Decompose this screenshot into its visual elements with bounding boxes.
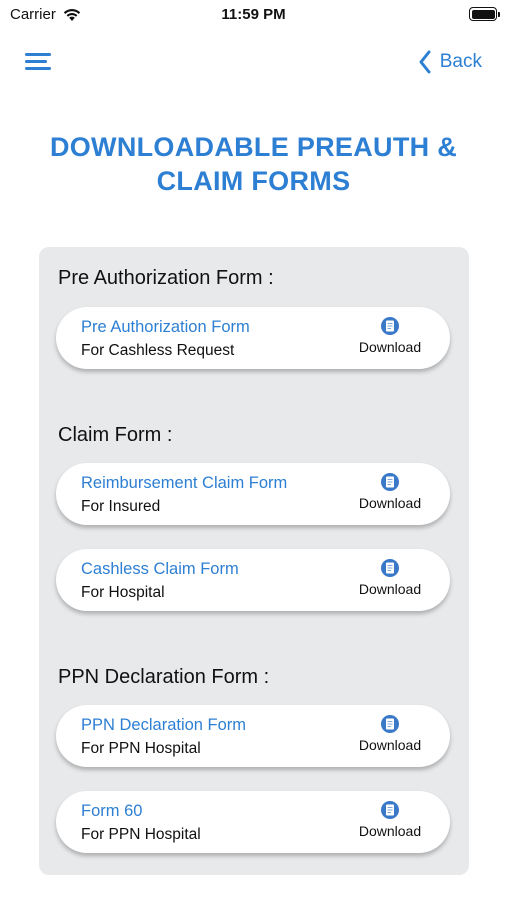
status-time: 11:59 PM	[221, 6, 286, 23]
form-card-cashless-claim[interactable]: Cashless Claim Form For Hospital Downloa…	[56, 549, 450, 611]
form-title: Reimbursement Claim Form	[81, 474, 288, 492]
back-button[interactable]: Back	[418, 48, 482, 76]
form-card-reimbursement-claim[interactable]: Reimbursement Claim Form For Insured Dow…	[56, 463, 450, 525]
page-title-line-1: DOWNLOADABLE PREAUTH &	[49, 132, 458, 162]
download-label: Download	[358, 581, 422, 597]
download-label: Download	[358, 339, 422, 355]
hamburger-menu-icon[interactable]	[25, 52, 51, 72]
document-download-icon	[381, 715, 399, 733]
document-download-icon	[381, 317, 399, 335]
forms-panel: Pre Authorization Form : Pre Authorizati…	[39, 247, 469, 875]
section-heading-claim: Claim Form :	[58, 424, 173, 446]
form-card-pre-authorization[interactable]: Pre Authorization Form For Cashless Requ…	[56, 307, 450, 369]
download-label: Download	[358, 737, 422, 753]
download-button[interactable]: Download	[355, 558, 425, 597]
form-title: Cashless Claim Form	[81, 560, 239, 578]
chevron-left-icon	[419, 50, 431, 74]
form-title: PPN Declaration Form	[81, 716, 247, 734]
form-title: Pre Authorization Form	[81, 318, 250, 336]
download-button[interactable]: Download	[355, 472, 425, 511]
section-heading-ppn-declaration: PPN Declaration Form :	[58, 666, 270, 688]
form-subtitle: For Insured	[81, 498, 161, 515]
status-bar: Carrier 11:59 PM	[0, 0, 507, 30]
download-button[interactable]: Download	[355, 800, 425, 839]
download-button[interactable]: Download	[355, 714, 425, 753]
form-title: Form 60	[81, 802, 143, 820]
form-subtitle: For PPN Hospital	[81, 826, 201, 843]
battery-icon	[469, 7, 500, 21]
download-label: Download	[358, 823, 422, 839]
page-title: DOWNLOADABLE PREAUTH & CLAIM FORMS	[20, 130, 487, 198]
form-subtitle: For PPN Hospital	[81, 740, 201, 757]
document-download-icon	[381, 801, 399, 819]
form-subtitle: For Cashless Request	[81, 342, 235, 359]
back-label: Back	[439, 51, 482, 72]
section-heading-pre-authorization: Pre Authorization Form :	[58, 267, 274, 289]
form-card-form-60[interactable]: Form 60 For PPN Hospital Download	[56, 791, 450, 853]
form-card-ppn-declaration[interactable]: PPN Declaration Form For PPN Hospital Do…	[56, 705, 450, 767]
form-subtitle: For Hospital	[81, 584, 165, 601]
document-download-icon	[381, 473, 399, 491]
download-button[interactable]: Download	[355, 316, 425, 355]
download-label: Download	[358, 495, 422, 511]
document-download-icon	[381, 559, 399, 577]
page-title-line-2: CLAIM FORMS	[156, 166, 351, 196]
